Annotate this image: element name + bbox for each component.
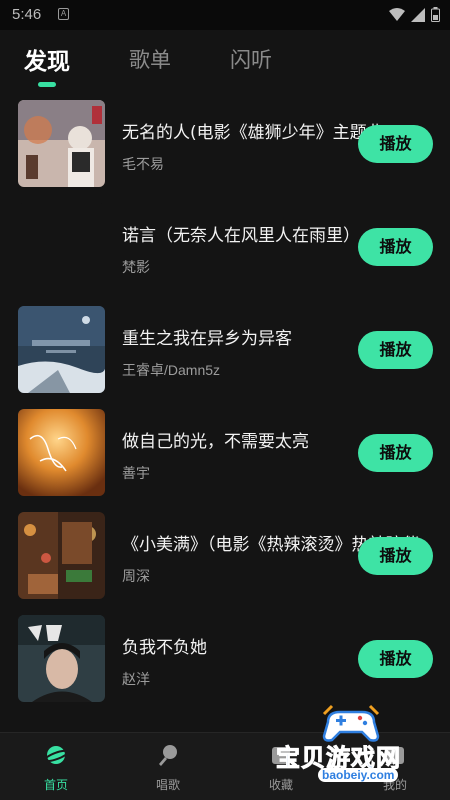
album-cover bbox=[18, 512, 105, 599]
album-cover bbox=[18, 409, 105, 496]
wifi-icon bbox=[389, 7, 405, 21]
nav-sing[interactable]: 唱歌 bbox=[123, 733, 213, 800]
active-tab-indicator bbox=[38, 82, 56, 87]
song-artist: 周深 bbox=[122, 568, 150, 584]
song-row[interactable]: 做自己的光，不需要太亮 善宇 播放 bbox=[0, 401, 450, 501]
album-cover bbox=[18, 100, 105, 187]
nav-label: 首页 bbox=[43, 778, 68, 792]
song-row[interactable]: 诺言（无奈人在风里人在雨里） 梵影 播放 bbox=[0, 195, 450, 295]
play-button[interactable]: 播放 bbox=[358, 640, 433, 678]
status-bar: 5:46 A bbox=[0, 0, 450, 30]
song-artist: 毛不易 bbox=[122, 156, 164, 172]
album-cover bbox=[18, 203, 105, 290]
nav-home[interactable]: 首页 bbox=[11, 733, 101, 800]
play-button[interactable]: 播放 bbox=[358, 125, 433, 163]
play-button[interactable]: 播放 bbox=[358, 331, 433, 369]
play-button[interactable]: 播放 bbox=[358, 434, 433, 472]
play-button[interactable]: 播放 bbox=[358, 228, 433, 266]
song-artist: 赵洋 bbox=[122, 671, 150, 687]
song-row[interactable]: 《小美满》（电影《热辣滚烫》热辣陪伴 周深 播放 bbox=[0, 504, 450, 604]
status-time: 5:46 bbox=[12, 6, 42, 23]
album-cover bbox=[18, 306, 105, 393]
notification-icon: A bbox=[58, 8, 69, 20]
top-tabs: 发现 歌单 闪听 bbox=[0, 38, 450, 90]
tab-playlists[interactable]: 歌单 bbox=[129, 44, 171, 74]
song-row[interactable]: 无名的人(电影《雄狮少年》主题曲) 毛不易 播放 bbox=[0, 92, 450, 192]
album-cover bbox=[18, 615, 105, 702]
song-row[interactable]: 负我不负她 赵洋 播放 bbox=[0, 607, 450, 707]
microphone-icon bbox=[159, 745, 177, 766]
tab-quick-listen[interactable]: 闪听 bbox=[230, 44, 272, 74]
song-artist: 梵影 bbox=[122, 259, 150, 275]
play-button[interactable]: 播放 bbox=[358, 537, 433, 575]
song-row[interactable]: 重生之我在异乡为异客 王睿卓/Damn5z 播放 bbox=[0, 298, 450, 398]
signal-icon bbox=[411, 7, 425, 22]
status-icons bbox=[389, 7, 440, 22]
watermark-url: baobeiy.com bbox=[318, 768, 399, 782]
tab-discover[interactable]: 发现 bbox=[24, 42, 70, 76]
nav-label: 唱歌 bbox=[155, 778, 180, 792]
watermark-logo: 宝贝游戏网 baobeiy.com bbox=[272, 700, 448, 796]
song-artist: 王睿卓/Damn5z bbox=[122, 362, 221, 378]
battery-icon bbox=[431, 7, 440, 22]
song-artist: 善宇 bbox=[122, 465, 150, 481]
planet-icon bbox=[44, 746, 68, 764]
